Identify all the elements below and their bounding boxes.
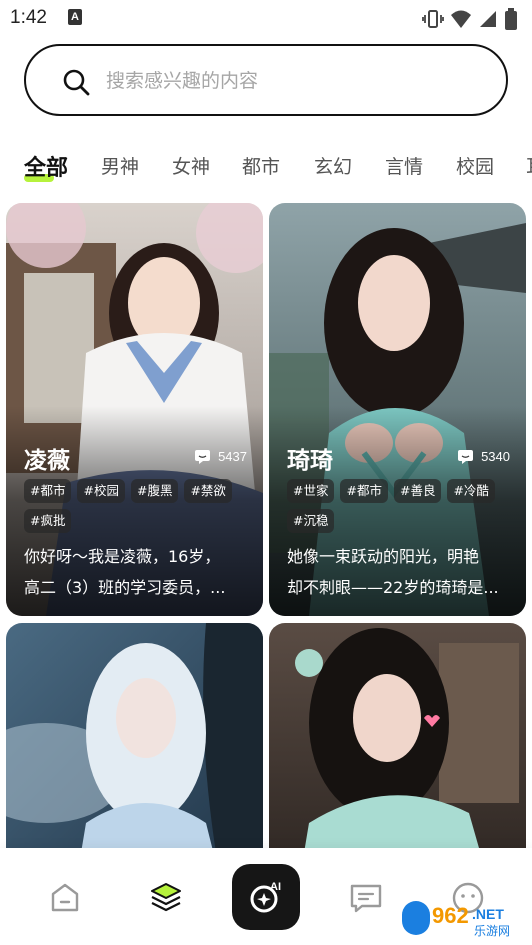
character-card[interactable]: 琦琦 5340 #世家 #都市 #善良 #冷酷 #沉稳 她像一束跃动的阳光，明艳… [269, 203, 526, 616]
character-card[interactable] [269, 623, 526, 883]
character-description: 你好呀～我是凌薇，16岁， 高二（3）班的学习委员，... [24, 541, 252, 603]
tag[interactable]: #世家 [287, 479, 335, 503]
tab-campus[interactable]: 校园 [456, 152, 494, 179]
chat-bubble-icon [195, 449, 211, 464]
message-icon[interactable] [348, 880, 384, 916]
tag[interactable]: #禁欲 [184, 479, 232, 503]
ai-create-button[interactable]: AI [232, 864, 300, 930]
tab-urban[interactable]: 都市 [242, 152, 280, 179]
bottom-navigation: AI 962 .NET 乐游网 [0, 848, 532, 945]
tab-more[interactable]: 耳 [526, 152, 532, 179]
character-card[interactable] [6, 623, 263, 883]
description-line: 你好呀～我是凌薇，16岁， [24, 547, 221, 566]
battery-icon [505, 8, 517, 30]
tag[interactable]: #疯批 [24, 509, 72, 533]
vibrate-icon [422, 10, 444, 28]
character-description: 她像一束跃动的阳光，明艳 却不刺眼——22岁的琦琦是... [287, 541, 515, 603]
discover-layers-icon[interactable] [148, 880, 184, 916]
category-tabs: 全部 男神 女神 都市 玄幻 言情 校园 耳 [0, 140, 532, 190]
tag[interactable]: #都市 [24, 479, 72, 503]
ai-label: AI [270, 881, 281, 893]
ai-create-icon: AI [250, 881, 281, 913]
character-portrait-image [6, 623, 263, 883]
tag[interactable]: #校园 [77, 479, 125, 503]
watermark-brand: 962 [432, 903, 469, 928]
home-icon[interactable] [47, 880, 83, 916]
watermark-logo: 962 .NET 乐游网 [402, 901, 510, 938]
search-icon [63, 69, 90, 96]
chat-count: 5437 [195, 449, 247, 464]
tab-all[interactable]: 全部 [24, 150, 68, 182]
tag[interactable]: #都市 [340, 479, 388, 503]
tag-list: #世家 #都市 #善良 #冷酷 #沉稳 [287, 479, 517, 533]
tag[interactable]: #善良 [393, 479, 442, 503]
status-time: 1:42 [10, 7, 47, 28]
search-input[interactable] [106, 60, 486, 102]
tag[interactable]: #冷酷 [447, 479, 495, 503]
search-bar[interactable] [24, 44, 508, 116]
description-line: 高二（3）班的学习委员，... [24, 578, 226, 597]
watermark-suffix: .NET [472, 906, 504, 922]
character-name: 琦琦 [287, 448, 333, 474]
wifi-icon [451, 10, 471, 28]
notification-app-icon: A [68, 9, 82, 25]
watermark-caption: 乐游网 [474, 924, 510, 938]
tag[interactable]: #沉稳 [287, 509, 335, 533]
chat-count-value: 5437 [218, 449, 247, 464]
character-portrait-image [269, 623, 526, 883]
description-line: 却不刺眼——22岁的琦琦是... [287, 578, 499, 597]
character-name: 凌薇 [24, 448, 70, 474]
tab-romance[interactable]: 言情 [385, 152, 423, 179]
tab-fantasy[interactable]: 玄幻 [314, 152, 352, 179]
tag[interactable]: #腹黑 [130, 479, 179, 503]
tab-male[interactable]: 男神 [101, 152, 139, 179]
tab-female[interactable]: 女神 [172, 152, 210, 179]
status-icons [422, 8, 518, 30]
chat-count: 5340 [458, 449, 510, 464]
chat-count-value: 5340 [481, 449, 510, 464]
signal-icon [480, 11, 496, 27]
status-bar: 1:42 A [0, 0, 532, 38]
character-card[interactable]: 凌薇 5437 #都市 #校园 #腹黑 #禁欲 #疯批 你好呀～我是凌薇，16岁… [6, 203, 263, 616]
tag-list: #都市 #校园 #腹黑 #禁欲 #疯批 [24, 479, 254, 533]
chat-bubble-icon [458, 449, 474, 464]
description-line: 她像一束跃动的阳光，明艳 [287, 547, 480, 566]
